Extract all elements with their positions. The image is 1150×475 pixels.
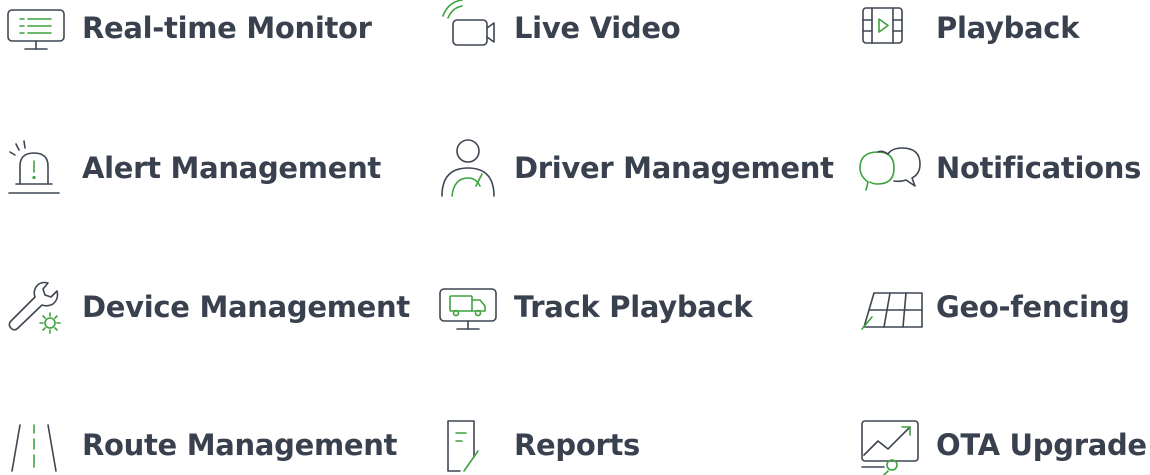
- chart-upgrade-icon: [861, 420, 919, 475]
- feature-label: Geo-fencing: [936, 290, 1130, 324]
- alarm-siren-icon: [8, 140, 60, 194]
- feature-label: Playback: [936, 11, 1080, 45]
- film-play-icon: [862, 7, 903, 44]
- feature-label: Alert Management: [82, 151, 381, 185]
- feature-label: Track Playback: [514, 290, 753, 324]
- report-document-icon: [447, 420, 479, 472]
- feature-label: Device Management: [82, 290, 410, 324]
- video-camera-icon: [442, 0, 495, 46]
- feature-label: OTA Upgrade: [936, 428, 1147, 462]
- feature-label: Reports: [514, 428, 641, 462]
- monitor-truck-icon: [439, 288, 497, 330]
- wrench-gear-icon: [8, 281, 61, 334]
- grid-fence-icon: [861, 292, 923, 330]
- feature-label: Live Video: [514, 11, 681, 45]
- feature-label: Real-time Monitor: [82, 11, 372, 45]
- road-lanes-icon: [11, 424, 57, 472]
- feature-label: Notifications: [936, 151, 1142, 185]
- driver-icon: [441, 139, 495, 197]
- monitor-list-icon: [7, 9, 65, 50]
- chat-bubbles-icon: [859, 147, 921, 191]
- feature-label: Driver Management: [514, 151, 834, 185]
- feature-label: Route Management: [82, 428, 398, 462]
